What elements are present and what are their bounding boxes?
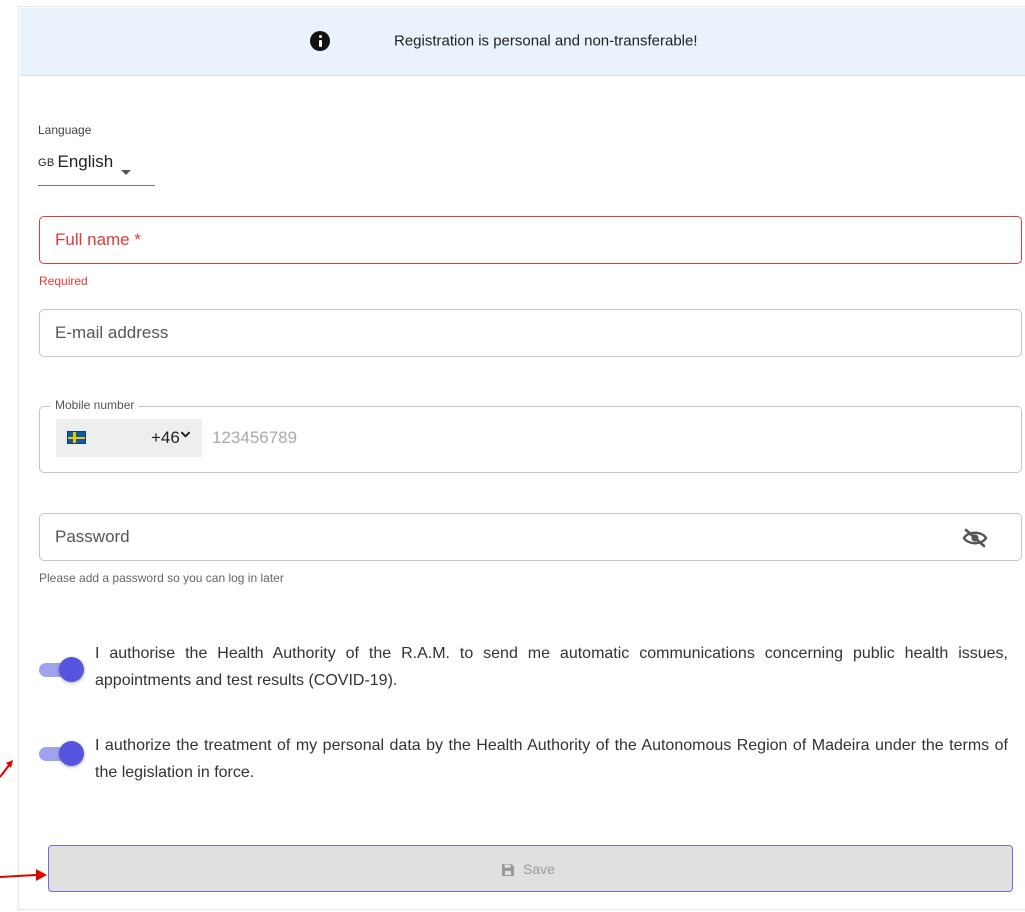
language-country-code: GB (38, 157, 55, 169)
annotation-arrow-icon (0, 869, 47, 881)
floppy-disk-icon (502, 864, 514, 876)
mobile-number-label: Mobile number (50, 398, 140, 412)
dial-code: +46 (151, 428, 180, 447)
info-banner: Registration is personal and non-transfe… (20, 8, 1025, 76)
email-field[interactable]: E-mail address (39, 309, 1022, 357)
language-value: English (57, 152, 114, 171)
chevron-down-icon (181, 431, 190, 438)
save-button[interactable]: Save (48, 845, 1013, 892)
info-circle-icon (310, 31, 330, 51)
country-code-select[interactable]: +46 (56, 419, 202, 457)
caret-down-icon (121, 170, 131, 175)
full-name-field[interactable]: Full name * (39, 216, 1022, 264)
consent-toggle-communications[interactable] (39, 657, 84, 683)
password-placeholder: Password (55, 527, 130, 546)
toggle-thumb (59, 741, 84, 766)
password-field[interactable]: Password (39, 513, 1022, 561)
full-name-error: Required (39, 274, 88, 288)
toggle-thumb (59, 657, 84, 682)
sweden-flag-icon (67, 431, 86, 444)
full-name-placeholder: Full name * (55, 230, 141, 249)
consent-communications-text: I authorise the Health Authority of the … (95, 645, 1008, 689)
language-select[interactable]: GB English (38, 152, 155, 186)
mobile-number-input[interactable]: 123456789 (212, 428, 297, 448)
language-label: Language (38, 123, 92, 137)
banner-text: Registration is personal and non-transfe… (394, 32, 698, 50)
password-helper: Please add a password so you can log in … (39, 571, 284, 585)
consent-data-treatment-text: I authorize the treatment of my personal… (95, 737, 1008, 781)
consent-toggle-data-treatment[interactable] (39, 741, 84, 767)
annotation-arrow-icon (0, 760, 13, 778)
eye-off-icon[interactable] (962, 528, 988, 548)
email-placeholder: E-mail address (55, 323, 169, 342)
save-label: Save (523, 860, 555, 877)
